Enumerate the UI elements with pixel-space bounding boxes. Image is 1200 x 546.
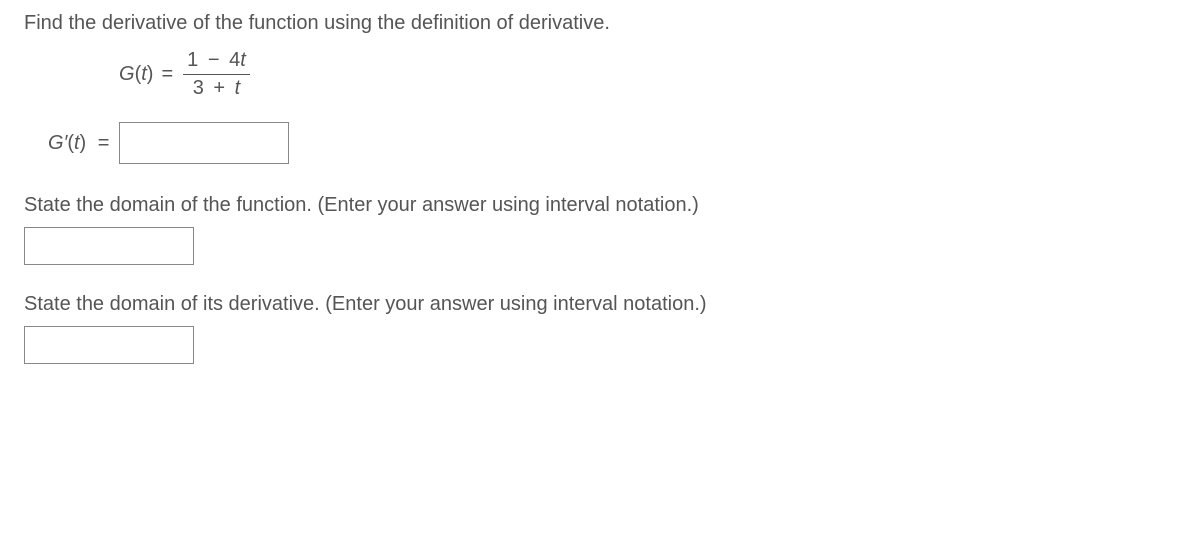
close-paren-2: )	[80, 132, 87, 154]
domain-derivative-input[interactable]	[24, 326, 194, 364]
denominator-var: t	[235, 77, 241, 99]
domain-function-input[interactable]	[24, 227, 194, 265]
denominator-const: 3	[193, 77, 204, 99]
question-prompt: Find the derivative of the function usin…	[24, 12, 1176, 35]
domain-derivative-prompt: State the domain of its derivative. (Ent…	[24, 293, 1176, 316]
close-paren: )	[147, 63, 154, 85]
open-paren-2: (	[67, 132, 74, 154]
derivative-label: G′(t) =	[48, 132, 109, 155]
numerator-minus: −	[204, 49, 224, 71]
numerator-term: 4t	[229, 49, 246, 71]
fraction: 1 − 4t 3 + t	[183, 49, 250, 100]
denominator-plus: +	[209, 77, 229, 99]
function-definition: G(t) = 1 − 4t 3 + t	[119, 49, 1176, 100]
derivative-input[interactable]	[119, 122, 289, 164]
derivative-equals: =	[98, 132, 110, 154]
derivative-func-name: G	[48, 132, 64, 154]
domain-function-prompt: State the domain of the function. (Enter…	[24, 194, 1176, 217]
numerator: 1 − 4t	[183, 49, 250, 75]
derivative-answer-row: G′(t) =	[48, 122, 1176, 164]
numerator-const: 1	[187, 49, 198, 71]
domain-derivative-box-wrap	[24, 326, 1176, 364]
equals-sign: =	[161, 63, 173, 86]
function-name: G	[119, 63, 135, 85]
numerator-var: t	[240, 49, 246, 71]
numerator-coef: 4	[229, 49, 240, 71]
function-label: G(t)	[119, 63, 153, 86]
domain-function-box-wrap	[24, 227, 1176, 265]
denominator: 3 + t	[189, 75, 245, 100]
